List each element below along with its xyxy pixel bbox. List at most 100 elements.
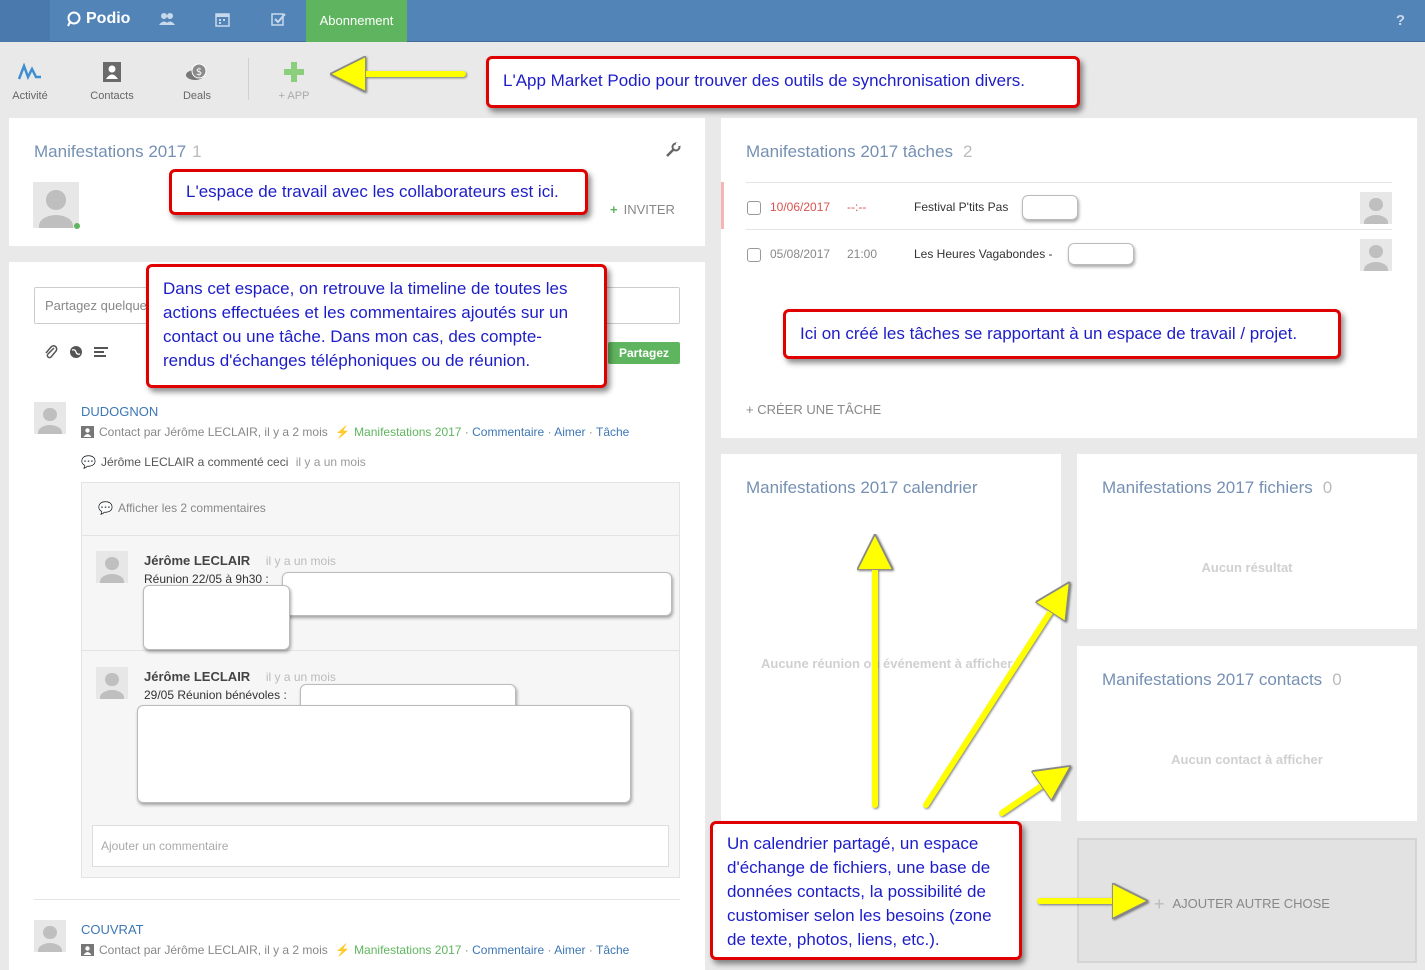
- task-checkbox[interactable]: [747, 248, 761, 262]
- app-deals[interactable]: $ Deals: [167, 60, 227, 102]
- comment-author[interactable]: Jérôme LECLAIR: [144, 553, 250, 568]
- task-count: 2: [962, 142, 973, 161]
- avatar[interactable]: [33, 182, 79, 228]
- contact-count: 0: [1332, 670, 1342, 689]
- comment-header: Jérôme LECLAIR il y a un mois: [144, 669, 336, 684]
- plus-icon: [284, 62, 304, 82]
- activity-icon: [18, 63, 41, 81]
- toolbar-divider: [248, 58, 249, 100]
- app-contacts[interactable]: Contacts: [82, 60, 142, 102]
- avatar[interactable]: [1360, 239, 1392, 271]
- avatar[interactable]: [96, 667, 128, 699]
- avatar[interactable]: [34, 402, 66, 434]
- avatar[interactable]: [34, 920, 66, 952]
- comment-text: 29/05 Réunion bénévoles :: [144, 688, 287, 702]
- subscription-tab[interactable]: Abonnement: [306, 0, 407, 42]
- top-navigation-bar: Podio Abonnement ?: [0, 0, 1425, 42]
- add-more-tile[interactable]: + AJOUTER AUTRE CHOSE: [1077, 838, 1417, 963]
- contact-name-link[interactable]: COUVRAT: [81, 922, 144, 937]
- app-label: Contacts: [90, 90, 134, 102]
- task-time: 21:00: [847, 247, 878, 261]
- attachment-icon[interactable]: [44, 345, 58, 362]
- like-link[interactable]: Aimer: [554, 943, 585, 957]
- lightning-icon: ⚡: [335, 425, 351, 439]
- redacted-text: [1022, 195, 1078, 220]
- app-label: Deals: [182, 90, 212, 102]
- contact-card-icon: [81, 944, 94, 956]
- app-label: + APP: [278, 90, 310, 102]
- calendar-empty-message: Aucune réunion ou événement à afficher: [761, 656, 1013, 671]
- podio-logo-icon: [67, 11, 81, 27]
- task-name[interactable]: Festival P'tits Pas: [914, 200, 1008, 214]
- contact-name-link[interactable]: DUDOGNON: [81, 404, 158, 419]
- task-link[interactable]: Tâche: [596, 425, 629, 439]
- menu-toggle[interactable]: [0, 0, 50, 42]
- workspace-title[interactable]: Manifestations 2017 1: [34, 142, 202, 162]
- task-date: 10/06/2017: [770, 200, 831, 214]
- contacts-panel: Manifestations 2017 contacts 0 Aucun cont…: [1077, 646, 1417, 821]
- tasks-title[interactable]: Manifestations 2017 tâches 2: [746, 142, 972, 162]
- tasks-icon[interactable]: [271, 12, 286, 31]
- workspace-link[interactable]: Manifestations 2017: [354, 943, 461, 957]
- text-format-icon[interactable]: [94, 346, 108, 361]
- files-panel: Manifestations 2017 fichiers 0 Aucun résu…: [1077, 454, 1417, 629]
- like-link[interactable]: Aimer: [554, 425, 585, 439]
- plus-icon: +: [610, 202, 618, 217]
- task-name[interactable]: Les Heures Vagabondes -: [914, 247, 1053, 261]
- speech-bubble-icon: 💬: [98, 501, 113, 515]
- avatar[interactable]: [96, 551, 128, 583]
- app-activity[interactable]: Activité: [0, 60, 60, 102]
- redacted-text: [143, 585, 290, 650]
- annotation-workspace: L'espace de travail avec les collaborate…: [169, 169, 588, 215]
- plus-icon: +: [1154, 894, 1165, 914]
- annotation-modules: Un calendrier partagé, un espace d'échan…: [710, 821, 1022, 960]
- contacts-title[interactable]: Manifestations 2017 contacts 0: [1102, 670, 1342, 690]
- activity-meta: Contact par Jérôme LECLAIR, il y a 2 moi…: [81, 425, 629, 439]
- divider: [82, 650, 679, 651]
- comment-header: Jérôme LECLAIR il y a un mois: [144, 553, 336, 568]
- task-time: --:--: [847, 200, 867, 214]
- comment-author[interactable]: Jérôme LECLAIR: [144, 669, 250, 684]
- app-label: Activité: [12, 90, 48, 102]
- money-icon: $: [186, 63, 207, 80]
- contacts-icon[interactable]: [159, 12, 175, 30]
- create-task-button[interactable]: + CRÉER UNE TÂCHE: [746, 402, 881, 417]
- help-icon[interactable]: ?: [1396, 12, 1405, 29]
- share-button[interactable]: Partagez: [608, 342, 680, 364]
- podio-logo[interactable]: Podio: [66, 10, 130, 28]
- invite-button[interactable]: + INVITER: [610, 202, 675, 217]
- calendar-panel: Manifestations 2017 calendrier Aucune ré…: [721, 454, 1061, 821]
- globe-icon[interactable]: [69, 345, 83, 362]
- calendar-title[interactable]: Manifestations 2017 calendrier: [746, 478, 978, 498]
- files-title[interactable]: Manifestations 2017 fichiers 0: [1102, 478, 1332, 498]
- show-comments-link[interactable]: 💬 Afficher les 2 commentaires: [98, 501, 266, 515]
- divider: [746, 182, 1392, 183]
- comment-time: il y a un mois: [265, 554, 336, 568]
- online-status-dot: [74, 223, 80, 229]
- member-count: 1: [192, 142, 202, 161]
- files-empty-message: Aucun résultat: [1201, 560, 1293, 575]
- task-checkbox[interactable]: [747, 201, 761, 215]
- file-count: 0: [1322, 478, 1333, 497]
- task-link[interactable]: Tâche: [596, 943, 629, 957]
- contact-card-icon: [81, 426, 94, 438]
- add-app-button[interactable]: + APP: [264, 60, 324, 102]
- avatar[interactable]: [1360, 192, 1392, 224]
- settings-wrench-icon[interactable]: [665, 142, 681, 161]
- annotation-timeline: Dans cet espace, on retrouve la timeline…: [146, 264, 607, 388]
- overdue-marker: [721, 182, 724, 229]
- tasks-panel: Manifestations 2017 tâches 2 10/06/2017 -…: [721, 118, 1417, 438]
- redacted-text: [137, 705, 631, 803]
- add-comment-input[interactable]: Ajouter un commentaire: [92, 825, 669, 867]
- comment-link[interactable]: Commentaire: [472, 425, 544, 439]
- contacts-book-icon: [103, 62, 121, 82]
- divider: [746, 229, 1392, 230]
- divider: [82, 535, 679, 536]
- divider: [34, 899, 680, 900]
- comment-link[interactable]: Commentaire: [472, 943, 544, 957]
- add-more-button[interactable]: + AJOUTER AUTRE CHOSE: [1154, 894, 1330, 915]
- calendar-icon[interactable]: [215, 12, 230, 31]
- svg-text:$: $: [196, 67, 202, 78]
- lightning-icon: ⚡: [335, 943, 351, 957]
- workspace-link[interactable]: Manifestations 2017: [354, 425, 461, 439]
